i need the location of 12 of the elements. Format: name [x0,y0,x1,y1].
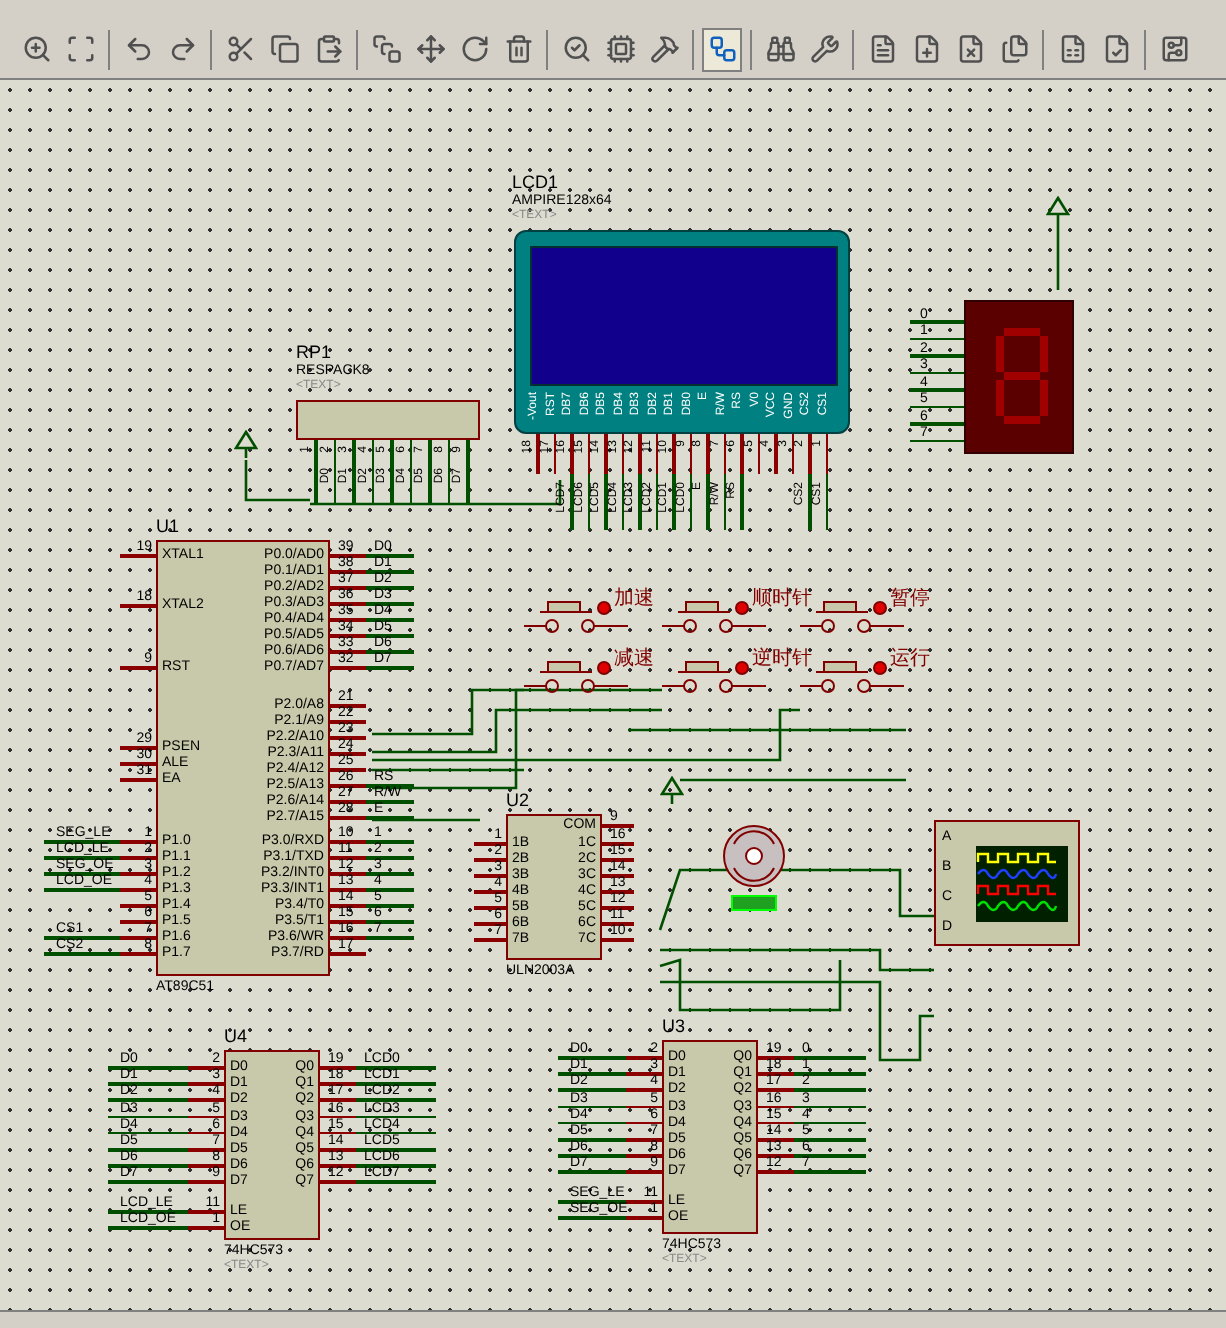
switch-label: 加速 [614,590,654,610]
switch-label: 减速 [614,650,654,670]
switch-label: 顺时针 [752,590,812,610]
chip-reference: U1 [156,518,180,536]
chip-reference: U3 [662,1018,686,1036]
chip-reference: RP1 [296,344,332,362]
switch-label: 运行 [890,650,930,670]
switch-label: 暂停 [890,590,930,610]
switch-label: 逆时针 [752,650,812,670]
chip-reference: U2 [506,792,530,810]
lcd-reference: LCD1 [512,174,559,192]
chip-reference: U4 [224,1028,248,1046]
